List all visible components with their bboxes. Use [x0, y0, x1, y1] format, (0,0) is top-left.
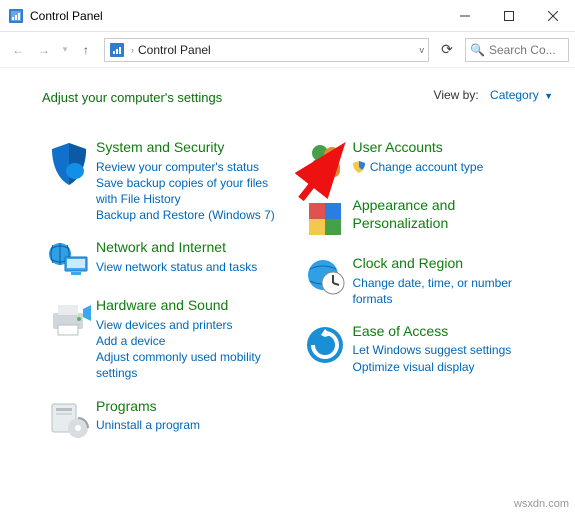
recent-locations-button[interactable]: ▾ — [58, 38, 72, 62]
date-time-formats-link[interactable]: Change date, time, or number formats — [353, 275, 550, 307]
chevron-down-icon: ▼ — [544, 91, 553, 101]
file-history-link[interactable]: Save backup copies of your files with Fi… — [96, 175, 293, 207]
search-input[interactable]: 🔍 Search Co... — [465, 38, 569, 62]
minimize-button[interactable] — [443, 0, 487, 31]
maximize-button[interactable] — [487, 0, 531, 31]
view-by-control: View by: Category ▼ — [434, 88, 553, 102]
hardware-sound-link[interactable]: Hardware and Sound — [96, 297, 293, 315]
title-bar: Control Panel — [0, 0, 575, 32]
nav-bar: ← → ▾ ↑ › Control Panel v ⟳ 🔍 Search Co.… — [0, 32, 575, 68]
optimize-display-link[interactable]: Optimize visual display — [353, 359, 550, 375]
devices-printers-link[interactable]: View devices and printers — [96, 317, 293, 333]
search-placeholder: Search Co... — [489, 43, 556, 57]
printer-icon — [42, 297, 96, 381]
chevron-down-icon[interactable]: v — [420, 45, 425, 55]
breadcrumb-location[interactable]: Control Panel — [138, 43, 211, 57]
suggest-settings-link[interactable]: Let Windows suggest settings — [353, 342, 550, 358]
clock-icon — [299, 255, 353, 307]
programs-item: Programs Uninstall a program — [42, 398, 299, 440]
programs-link[interactable]: Programs — [96, 398, 293, 416]
programs-icon — [42, 398, 96, 440]
network-status-link[interactable]: View network status and tasks — [96, 259, 293, 275]
view-by-label: View by: — [434, 88, 479, 102]
network-internet-item: Network and Internet View network status… — [42, 239, 299, 281]
up-button[interactable]: ↑ — [74, 38, 98, 62]
backup-restore-link[interactable]: Backup and Restore (Windows 7) — [96, 207, 293, 223]
content-area: Adjust your computer's settings View by:… — [0, 68, 575, 456]
address-bar[interactable]: › Control Panel v — [104, 38, 429, 62]
refresh-button[interactable]: ⟳ — [435, 38, 459, 62]
control-panel-icon — [109, 42, 125, 58]
mobility-settings-link[interactable]: Adjust commonly used mobility settings — [96, 349, 293, 381]
window-buttons — [443, 0, 575, 31]
clock-region-item: Clock and Region Change date, time, or n… — [299, 255, 556, 307]
appearance-icon — [299, 197, 353, 239]
user-accounts-item: User Accounts Change account type — [299, 139, 556, 181]
clock-region-link[interactable]: Clock and Region — [353, 255, 550, 273]
hardware-sound-item: Hardware and Sound View devices and prin… — [42, 297, 299, 381]
appearance-link[interactable]: Appearance and Personalization — [353, 197, 550, 232]
user-accounts-icon — [299, 139, 353, 181]
right-column: User Accounts Change account type Appear… — [299, 139, 556, 456]
chevron-right-icon[interactable]: › — [127, 45, 138, 55]
forward-button[interactable]: → — [32, 38, 56, 62]
system-and-security-link[interactable]: System and Security — [96, 139, 293, 157]
control-panel-icon — [8, 8, 24, 24]
search-icon: 🔍 — [470, 43, 485, 57]
watermark: wsxdn.com — [514, 498, 569, 510]
shield-icon — [42, 139, 96, 223]
back-button[interactable]: ← — [6, 38, 30, 62]
ease-of-access-icon — [299, 323, 353, 375]
close-button[interactable] — [531, 0, 575, 31]
network-internet-link[interactable]: Network and Internet — [96, 239, 293, 257]
left-column: System and Security Review your computer… — [42, 139, 299, 456]
uac-shield-icon — [353, 161, 365, 173]
change-account-type-link[interactable]: Change account type — [353, 159, 550, 175]
uninstall-program-link[interactable]: Uninstall a program — [96, 417, 293, 433]
review-status-link[interactable]: Review your computer's status — [96, 159, 293, 175]
add-device-link[interactable]: Add a device — [96, 333, 293, 349]
appearance-item: Appearance and Personalization — [299, 197, 556, 239]
ease-of-access-link[interactable]: Ease of Access — [353, 323, 550, 341]
system-and-security-item: System and Security Review your computer… — [42, 139, 299, 223]
view-by-dropdown[interactable]: Category ▼ — [490, 88, 553, 102]
network-icon — [42, 239, 96, 281]
ease-of-access-item: Ease of Access Let Windows suggest setti… — [299, 323, 556, 375]
window-title: Control Panel — [30, 9, 443, 23]
user-accounts-link[interactable]: User Accounts — [353, 139, 550, 157]
